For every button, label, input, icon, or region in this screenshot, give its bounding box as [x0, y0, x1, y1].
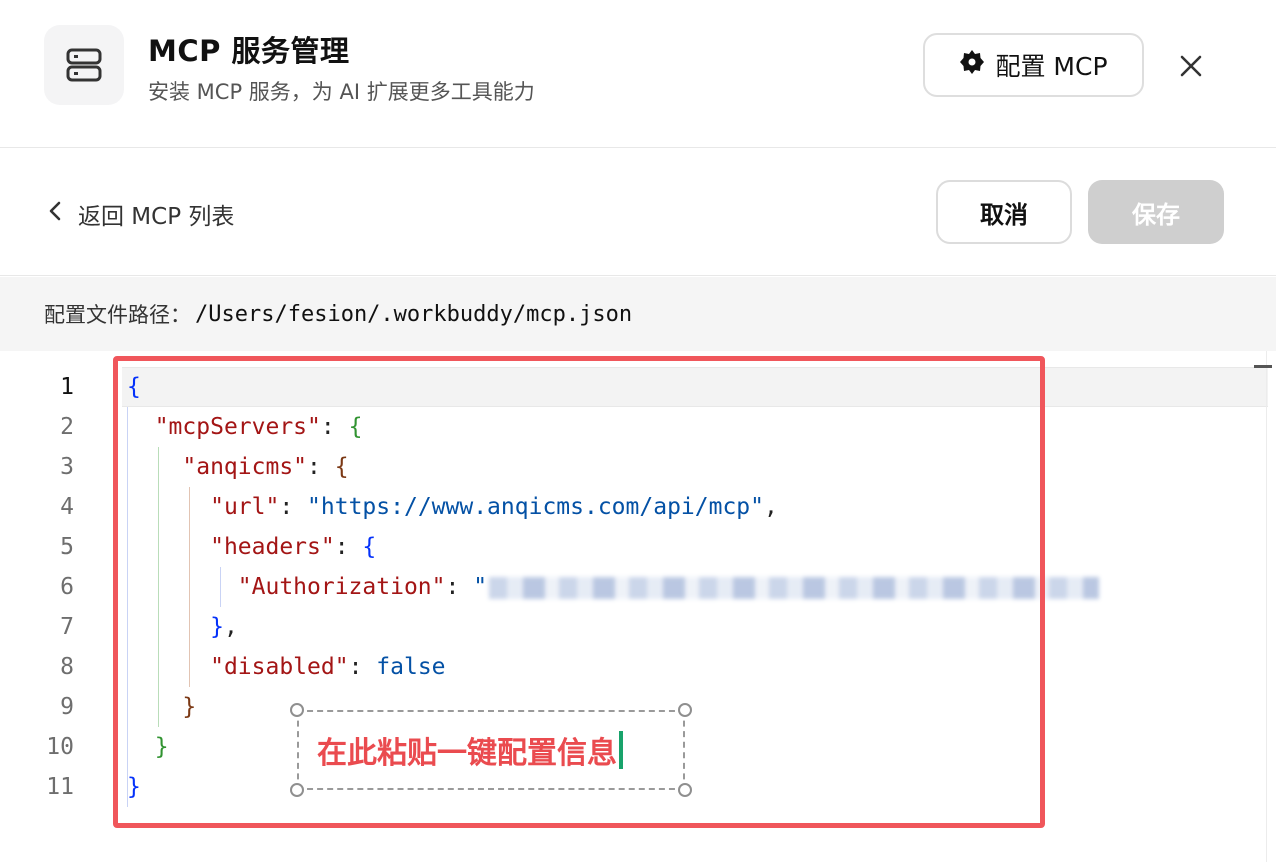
cancel-button[interactable]: 取消	[936, 180, 1072, 244]
save-button[interactable]: 保存	[1088, 180, 1224, 244]
paste-here-callout[interactable]: 在此粘贴一键配置信息	[297, 710, 685, 790]
code-line: "mcpServers": {	[154, 414, 363, 440]
editor-toolbar: 返回 MCP 列表 取消 保存	[0, 148, 1276, 276]
resize-handle[interactable]	[290, 783, 304, 797]
config-path-label: 配置文件路径：	[44, 303, 191, 327]
line-number: 7	[60, 614, 74, 640]
code-line: "headers": {	[210, 534, 377, 560]
scrollbar-cursor-marker	[1254, 365, 1272, 368]
redacted-token	[489, 576, 1100, 599]
close-icon[interactable]	[1170, 45, 1212, 87]
configure-mcp-label: 配置 MCP	[995, 52, 1108, 81]
page-title: MCP 服务管理	[148, 34, 350, 68]
line-number: 5	[60, 534, 74, 560]
line-number: 8	[60, 654, 74, 680]
text-caret	[619, 731, 623, 769]
line-number: 2	[60, 414, 74, 440]
back-to-list-link[interactable]: 返回 MCP 列表	[48, 197, 234, 231]
line-number: 3	[60, 454, 74, 480]
line-number: 4	[60, 494, 74, 520]
line-number: 9	[60, 694, 74, 720]
configure-mcp-button[interactable]: 配置 MCP	[923, 33, 1144, 97]
code-line: "disabled": false	[210, 654, 446, 680]
editor-scrollbar[interactable]	[1266, 351, 1267, 862]
code-line: "url": "https://www.anqicms.com/api/mcp"…	[210, 494, 778, 520]
code-line: {	[127, 374, 141, 400]
back-label: 返回 MCP 列表	[78, 204, 235, 230]
line-number: 6	[60, 574, 74, 600]
line-number: 1	[60, 374, 74, 400]
gear-icon	[959, 49, 985, 81]
callout-text: 在此粘贴一键配置信息	[317, 736, 617, 771]
code-line: },	[210, 614, 238, 640]
resize-handle[interactable]	[678, 783, 692, 797]
config-path-bar: 配置文件路径： /Users/fesion/.workbuddy/mcp.jso…	[0, 277, 1276, 351]
code-line: "anqicms": {	[182, 454, 349, 480]
resize-handle[interactable]	[678, 703, 692, 717]
server-icon	[44, 25, 124, 105]
dialog-header: MCP 服务管理 安装 MCP 服务，为 AI 扩展更多工具能力 配置 MCP	[0, 0, 1276, 148]
code-line: "Authorization": "	[127, 567, 1100, 607]
mcp-dialog: MCP 服务管理 安装 MCP 服务，为 AI 扩展更多工具能力 配置 MCP	[0, 0, 1276, 862]
line-number: 11	[46, 774, 74, 800]
line-number: 10	[46, 734, 74, 760]
resize-handle[interactable]	[290, 703, 304, 717]
line-number-gutter: 1 2 3 4 5 6 7 8 9 10 11	[0, 367, 80, 807]
page-subtitle: 安装 MCP 服务，为 AI 扩展更多工具能力	[148, 80, 535, 104]
config-path-value: /Users/fesion/.workbuddy/mcp.json	[195, 301, 633, 327]
chevron-left-icon	[48, 200, 62, 228]
